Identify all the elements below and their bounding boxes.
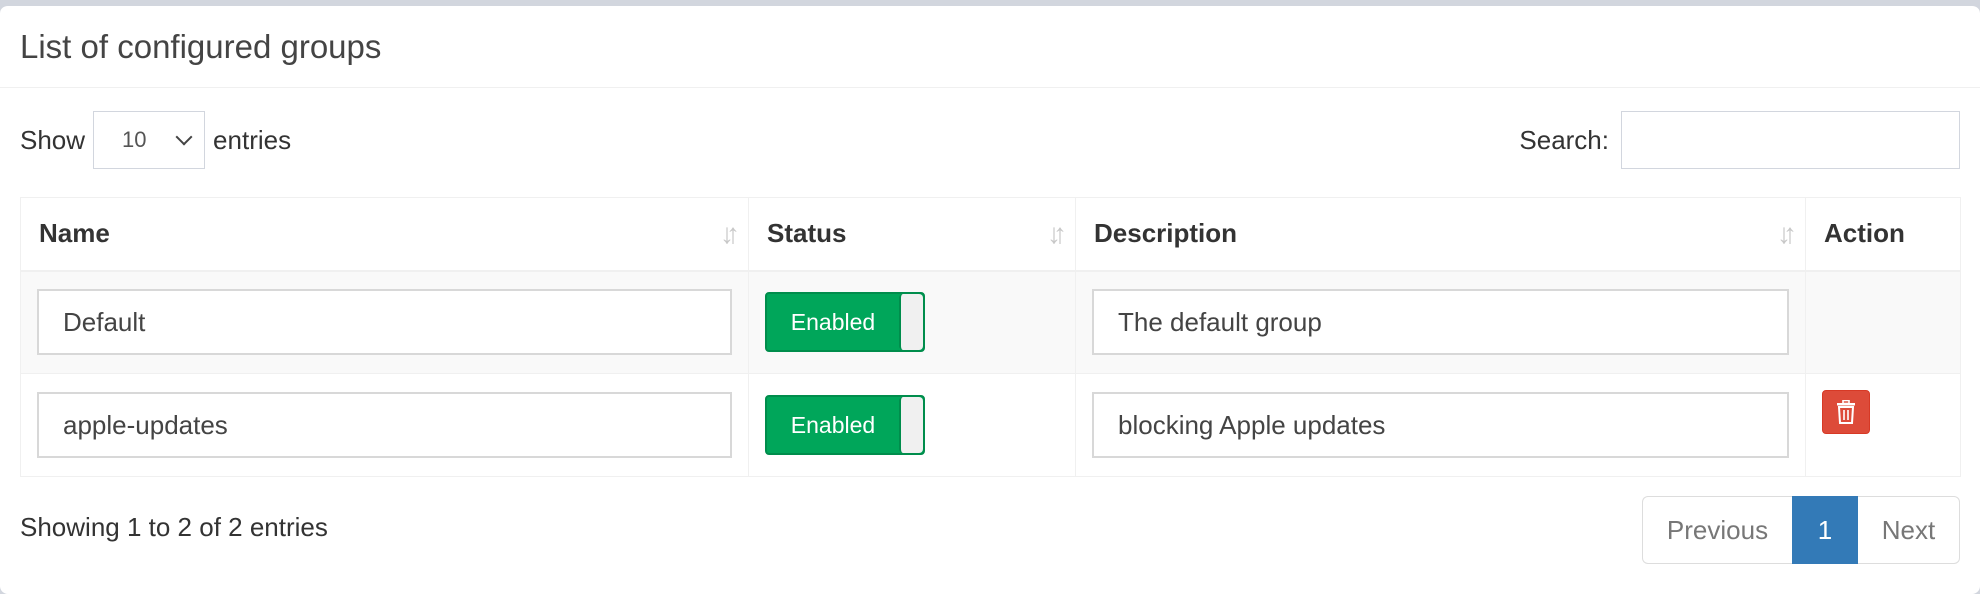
previous-page-button[interactable]: Previous bbox=[1642, 496, 1792, 564]
sort-icon: ↓↑ bbox=[1777, 218, 1797, 249]
status-toggle[interactable]: Enabled bbox=[765, 292, 925, 353]
group-name-input[interactable]: Default bbox=[37, 289, 732, 356]
action-cell bbox=[1805, 373, 1961, 477]
show-label: Show bbox=[20, 124, 86, 155]
group-name-input[interactable]: apple-updates bbox=[37, 392, 732, 458]
search-input[interactable] bbox=[1621, 111, 1960, 169]
action-cell bbox=[1805, 270, 1961, 374]
page-size-select[interactable]: 10 bbox=[93, 111, 206, 169]
entries-label: entries bbox=[213, 124, 292, 155]
toggle-knob bbox=[899, 294, 923, 351]
page-length-control: Show 10 entries bbox=[20, 110, 291, 170]
status-toggle-label: Enabled bbox=[790, 411, 876, 438]
description-cell: The default group bbox=[1075, 270, 1806, 374]
column-header-description[interactable]: Description ↓↑ bbox=[1075, 197, 1806, 272]
groups-box: List of configured groups Show 10 entrie… bbox=[0, 5, 1980, 594]
group-description-input[interactable]: blocking Apple updates bbox=[1092, 392, 1789, 458]
description-cell: blocking Apple updates bbox=[1075, 373, 1806, 477]
box-header: List of configured groups bbox=[0, 6, 1980, 88]
status-toggle[interactable]: Enabled bbox=[765, 395, 925, 455]
sort-icon: ↓↑ bbox=[720, 218, 740, 249]
trash-icon bbox=[1837, 400, 1855, 424]
page-1-button[interactable]: 1 bbox=[1792, 496, 1858, 564]
status-cell: Enabled bbox=[748, 373, 1076, 477]
status-toggle-label: Enabled bbox=[790, 308, 876, 335]
name-cell: apple-updates bbox=[20, 373, 749, 477]
table-row: apple-updates Enabled blocking Apple upd… bbox=[20, 373, 1961, 477]
next-page-button[interactable]: Next bbox=[1858, 496, 1960, 564]
sort-icon: ↓↑ bbox=[1047, 218, 1067, 249]
group-description-input[interactable]: The default group bbox=[1092, 289, 1789, 356]
column-header-status[interactable]: Status ↓↑ bbox=[748, 197, 1076, 272]
box-title: List of configured groups bbox=[20, 27, 382, 65]
table-row: Default Enabled The default group bbox=[20, 270, 1961, 374]
table-header-row: Name ↓↑ Status ↓↑ Description ↓↑ Action bbox=[20, 197, 1961, 272]
delete-button[interactable] bbox=[1822, 390, 1870, 434]
table-controls: Show 10 entries Search: bbox=[20, 110, 1960, 170]
table-info: Showing 1 to 2 of 2 entries bbox=[20, 512, 328, 542]
name-cell: Default bbox=[20, 270, 749, 374]
toggle-knob bbox=[899, 397, 923, 453]
search-label: Search: bbox=[1519, 124, 1609, 155]
groups-table: Name ↓↑ Status ↓↑ Description ↓↑ Action Def… bbox=[20, 197, 1961, 477]
column-header-name[interactable]: Name ↓↑ bbox=[20, 197, 749, 272]
page-size-value: 10 bbox=[122, 127, 147, 152]
pagination: Previous 1 Next bbox=[1642, 496, 1960, 564]
search-control: Search: bbox=[1519, 110, 1960, 170]
chevron-down-icon bbox=[175, 128, 193, 146]
column-header-action: Action bbox=[1805, 197, 1961, 272]
status-cell: Enabled bbox=[748, 270, 1076, 374]
